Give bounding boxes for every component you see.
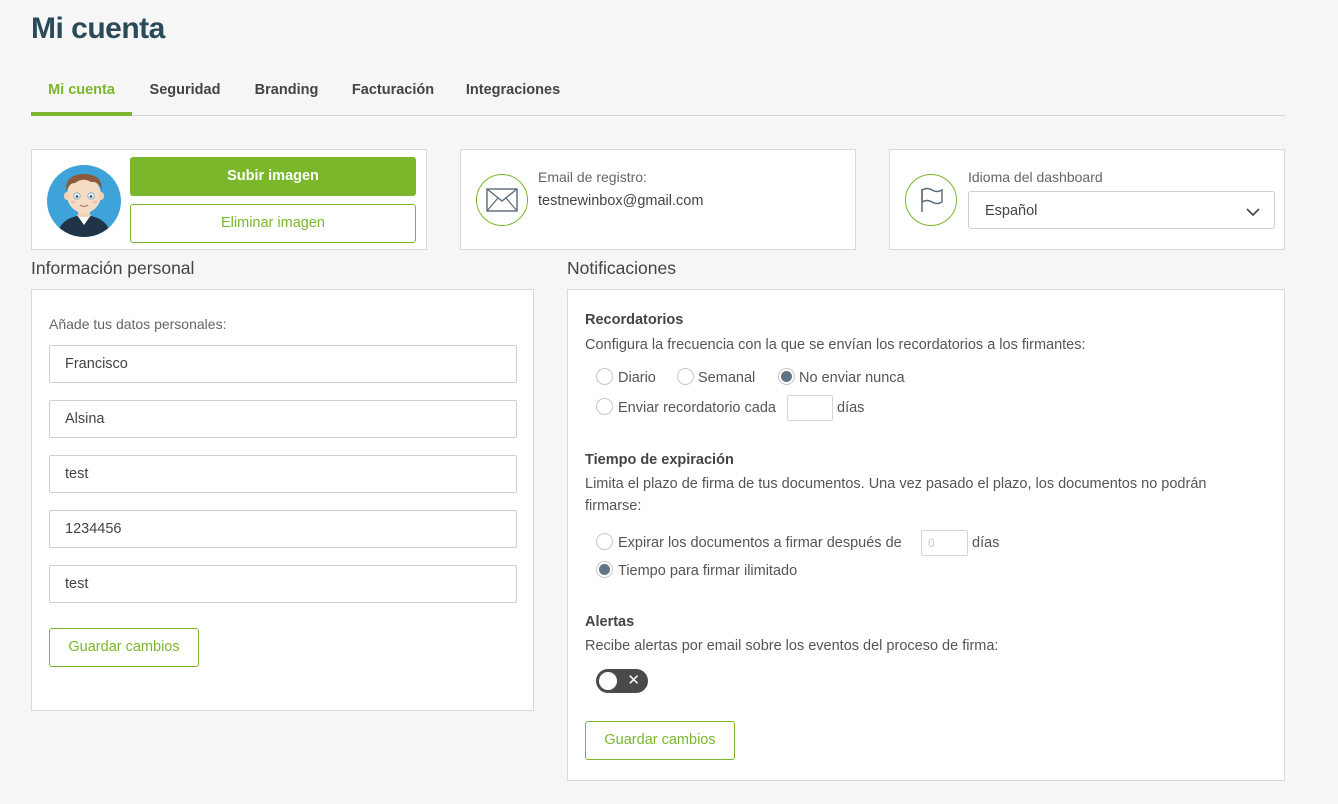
alerts-title: Alertas (585, 614, 635, 630)
email-card: Email de registro: testnewinbox@gmail.co… (460, 149, 856, 250)
notifications-title: Notificaciones (567, 258, 676, 278)
radio-weekly[interactable] (677, 368, 694, 385)
radio-never-label: No enviar nunca (799, 370, 905, 386)
expire-days-input[interactable]: 0 (921, 530, 968, 556)
radio-weekly-label: Semanal (698, 370, 756, 386)
expire-days-suffix: días (972, 535, 1000, 551)
tab-integraciones[interactable]: Integraciones (462, 70, 564, 116)
tab-bar: Mi cuenta Seguridad Branding Facturación… (31, 70, 1285, 116)
page-title: Mi cuenta (31, 12, 165, 45)
chevron-down-icon (1246, 204, 1260, 222)
save-notifications-button[interactable]: Guardar cambios (585, 721, 735, 760)
language-selected-value: Español (985, 203, 1038, 219)
expire-days-prefix: Expirar los documentos a firmar después … (618, 535, 902, 551)
reminder-days-input[interactable] (787, 395, 833, 421)
radio-expire-days[interactable] (596, 533, 613, 550)
position-field[interactable]: test (49, 565, 517, 603)
radio-daily[interactable] (596, 368, 613, 385)
delete-image-button[interactable]: Eliminar imagen (130, 204, 416, 243)
alerts-description: Recibe alertas por email sobre los event… (585, 638, 999, 654)
alerts-toggle[interactable]: ✕ (596, 669, 648, 693)
language-label: Idioma del dashboard (968, 169, 1103, 185)
avatar (47, 165, 121, 237)
first-name-field[interactable]: Francisco (49, 345, 517, 383)
upload-image-button[interactable]: Subir imagen (130, 157, 416, 196)
phone-field[interactable]: 1234456 (49, 510, 517, 548)
language-select[interactable]: Español (968, 191, 1275, 229)
reminders-description: Configura la frecuencia con la que se en… (585, 337, 1086, 353)
tab-branding[interactable]: Branding (249, 70, 324, 116)
email-value: testnewinbox@gmail.com (538, 193, 704, 209)
custom-reminder-prefix: Enviar recordatorio cada (618, 400, 776, 416)
personal-intro: Añade tus datos personales: (49, 316, 227, 332)
notifications-card: Recordatorios Configura la frecuencia co… (567, 289, 1285, 781)
expiration-description: Limita el plazo de firma de tus document… (585, 476, 1207, 514)
personal-info-title: Información personal (31, 258, 195, 278)
radio-custom-reminder[interactable] (596, 398, 613, 415)
tab-facturacion[interactable]: Facturación (346, 70, 440, 116)
avatar-illustration (57, 174, 111, 237)
profile-image-card: Subir imagen Eliminar imagen (31, 149, 427, 250)
save-personal-button[interactable]: Guardar cambios (49, 628, 199, 667)
last-name-field[interactable]: Alsina (49, 400, 517, 438)
envelope-icon (476, 174, 528, 226)
language-card: Idioma del dashboard Español (889, 149, 1285, 250)
unlimited-label: Tiempo para firmar ilimitado (618, 563, 798, 579)
reminders-title: Recordatorios (585, 312, 684, 328)
radio-unlimited[interactable] (596, 561, 613, 578)
flag-icon (905, 174, 957, 226)
radio-daily-label: Diario (618, 370, 656, 386)
company-field[interactable]: test (49, 455, 517, 493)
radio-never[interactable] (778, 368, 795, 385)
custom-reminder-suffix: días (837, 400, 865, 416)
email-label: Email de registro: (538, 169, 647, 185)
tab-seguridad[interactable]: Seguridad (143, 70, 227, 116)
tab-mi-cuenta[interactable]: Mi cuenta (31, 70, 132, 116)
expiration-title: Tiempo de expiración (585, 452, 734, 468)
toggle-knob (599, 672, 617, 690)
personal-info-card: Añade tus datos personales: Francisco Al… (31, 289, 534, 711)
close-icon: ✕ (627, 671, 640, 689)
